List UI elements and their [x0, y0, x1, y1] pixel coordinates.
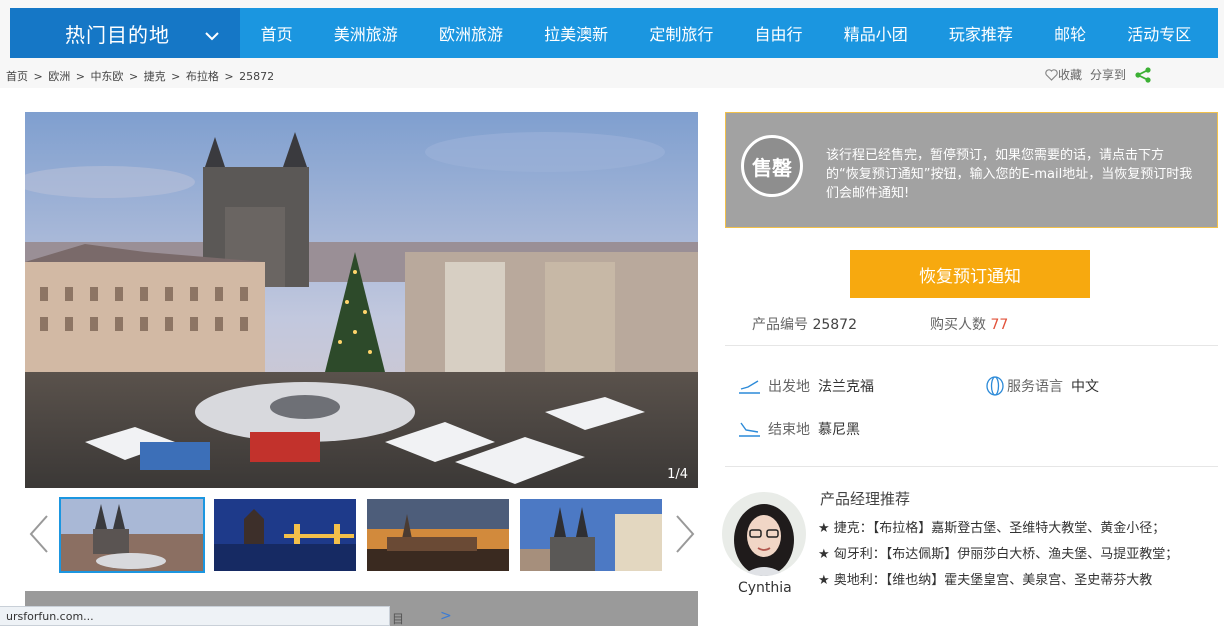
thumbnail-3-image: [367, 499, 509, 571]
globe-icon: [986, 376, 1004, 396]
prague-square-photo: [25, 112, 698, 488]
sold-out-badge: 售罄: [741, 135, 803, 197]
next-arrow-button[interactable]: [673, 512, 697, 556]
buyers-count: 77: [990, 317, 1009, 333]
favorite-label: 收藏: [1057, 68, 1082, 82]
share-label: 分享到: [1089, 68, 1126, 82]
thumbnail-strip: [25, 494, 698, 576]
departure-info: 出发地 法兰克福: [738, 376, 874, 396]
thumbnail-1[interactable]: [59, 497, 205, 573]
manager-name: Cynthia: [738, 580, 792, 596]
breadcrumb-separator: >: [33, 70, 43, 83]
manager-section-title: 产品经理推荐: [820, 490, 911, 508]
buyers-block: 购买人数 77: [930, 314, 1008, 334]
page-actions: 收藏 分享到: [1037, 66, 1152, 83]
hot-destinations-label: 热门目的地: [65, 22, 170, 47]
breadcrumb-separator: >: [171, 70, 181, 83]
prev-arrow-button[interactable]: [27, 512, 51, 556]
thumbnail-1-image: [61, 499, 203, 571]
tab-bar-text: 目: [392, 612, 405, 626]
thumbnail-4-image: [520, 499, 662, 571]
chevron-right-icon: [676, 515, 695, 553]
departure-value: 法兰克福: [818, 379, 874, 395]
breadcrumb-czech[interactable]: 捷克: [144, 70, 166, 83]
nav-item-promotions[interactable]: 活动专区: [1127, 21, 1191, 45]
thumbnail-2-image: [214, 499, 356, 571]
top-nav: 热门目的地 首页 美洲旅游 欧洲旅游 拉美澳新 定制旅行 自由行 精品小团 玩家…: [0, 0, 1224, 62]
language-label: 服务语言: [1007, 379, 1063, 395]
nav-bar: 热门目的地 首页 美洲旅游 欧洲旅游 拉美澳新 定制旅行 自由行 精品小团 玩家…: [10, 8, 1218, 58]
restore-booking-notify-button[interactable]: 恢复预订通知: [850, 250, 1090, 298]
language-value: 中文: [1071, 379, 1099, 395]
nav-item-player-picks[interactable]: 玩家推荐: [949, 21, 1013, 45]
thumbnail-2[interactable]: [214, 499, 356, 571]
breadcrumb-separator: >: [75, 70, 85, 83]
manager-photo: [722, 492, 806, 576]
status-url: ursforfun.com...: [0, 606, 390, 626]
nav-item-home[interactable]: 首页: [261, 21, 293, 45]
buyers-label: 购买人数: [930, 317, 986, 333]
tab-bar-arrow[interactable]: >: [440, 608, 452, 624]
divider: [725, 345, 1218, 346]
list-item: ★ 捷克：【布拉格】嘉斯登古堡、圣维特大教堂、黄金小径；: [818, 521, 1166, 536]
share-button[interactable]: 分享到: [1090, 66, 1152, 83]
end-info: 结束地 慕尼黑: [738, 419, 860, 439]
nav-item-independent[interactable]: 自由行: [755, 21, 803, 45]
breadcrumb-prague[interactable]: 布拉格: [186, 70, 219, 83]
end-value: 慕尼黑: [818, 422, 860, 438]
breadcrumb-home[interactable]: 首页: [6, 70, 28, 83]
departure-label: 出发地: [768, 379, 810, 395]
product-code: 25872: [812, 317, 857, 333]
nav-items: 首页 美洲旅游 欧洲旅游 拉美澳新 定制旅行 自由行 精品小团 玩家推荐 邮轮 …: [240, 8, 1218, 58]
chevron-down-icon: [204, 25, 220, 41]
takeoff-icon: [739, 380, 760, 394]
gallery-counter: 1/4: [667, 467, 688, 482]
breadcrumb-separator: >: [224, 70, 234, 83]
thumbnail-4[interactable]: [520, 499, 662, 571]
breadcrumb-separator: >: [128, 70, 139, 83]
list-item: ★ 奥地利：【维也纳】霍夫堡皇宫、美泉宫、圣史蒂芬大教: [818, 573, 1153, 588]
product-meta: 产品编号 25872 购买人数 77: [752, 314, 1008, 334]
product-code-label: 产品编号: [752, 317, 808, 333]
breadcrumb-row: 首页 > 欧洲 > 中东欧 > 捷克 > 布拉格 > 25872 收藏 分享到: [0, 62, 1224, 88]
divider: [725, 466, 1218, 467]
breadcrumb-europe[interactable]: 欧洲: [48, 70, 70, 83]
breadcrumb: 首页 > 欧洲 > 中东欧 > 捷克 > 布拉格 > 25872: [6, 68, 276, 84]
heart-icon: [1045, 68, 1058, 81]
nav-item-cruise[interactable]: 邮轮: [1054, 21, 1086, 45]
nav-item-americas[interactable]: 美洲旅游: [334, 21, 398, 45]
sold-out-message: 该行程已经售完，暂停预订，如果您需要的话，请点击下方的“恢复预订通知”按钮，输入…: [826, 148, 1193, 201]
nav-item-custom-travel[interactable]: 定制旅行: [649, 21, 713, 45]
avatar: [722, 492, 806, 576]
nav-item-small-group[interactable]: 精品小团: [844, 21, 908, 45]
share-icon: [1135, 66, 1151, 83]
favorite-button[interactable]: 收藏: [1045, 66, 1082, 83]
landing-icon: [739, 422, 760, 437]
breadcrumb-central-eastern-europe[interactable]: 中东欧: [90, 70, 123, 83]
thumbnail-3[interactable]: [367, 499, 509, 571]
language-info: 服务语言 中文: [985, 376, 1099, 396]
sold-out-panel: 售罄 该行程已经售完，暂停预订，如果您需要的话，请点击下方的“恢复预订通知”按钮…: [725, 112, 1218, 228]
chevron-left-icon: [29, 515, 48, 553]
breadcrumb-product-id: 25872: [239, 70, 275, 83]
end-label: 结束地: [768, 422, 810, 438]
list-item: ★ 匈牙利：【布达佩斯】伊丽莎白大桥、渔夫堡、马提亚教堂；: [818, 547, 1179, 562]
main-photo[interactable]: 1/4: [25, 112, 698, 488]
hot-destinations-dropdown[interactable]: 热门目的地: [10, 8, 240, 58]
nav-item-europe[interactable]: 欧洲旅游: [439, 21, 503, 45]
manager-recommendations: ★ 捷克：【布拉格】嘉斯登古堡、圣维特大教堂、黄金小径； ★ 匈牙利：【布达佩斯…: [818, 516, 1213, 594]
nav-item-latam-aus-nz[interactable]: 拉美澳新: [544, 21, 608, 45]
